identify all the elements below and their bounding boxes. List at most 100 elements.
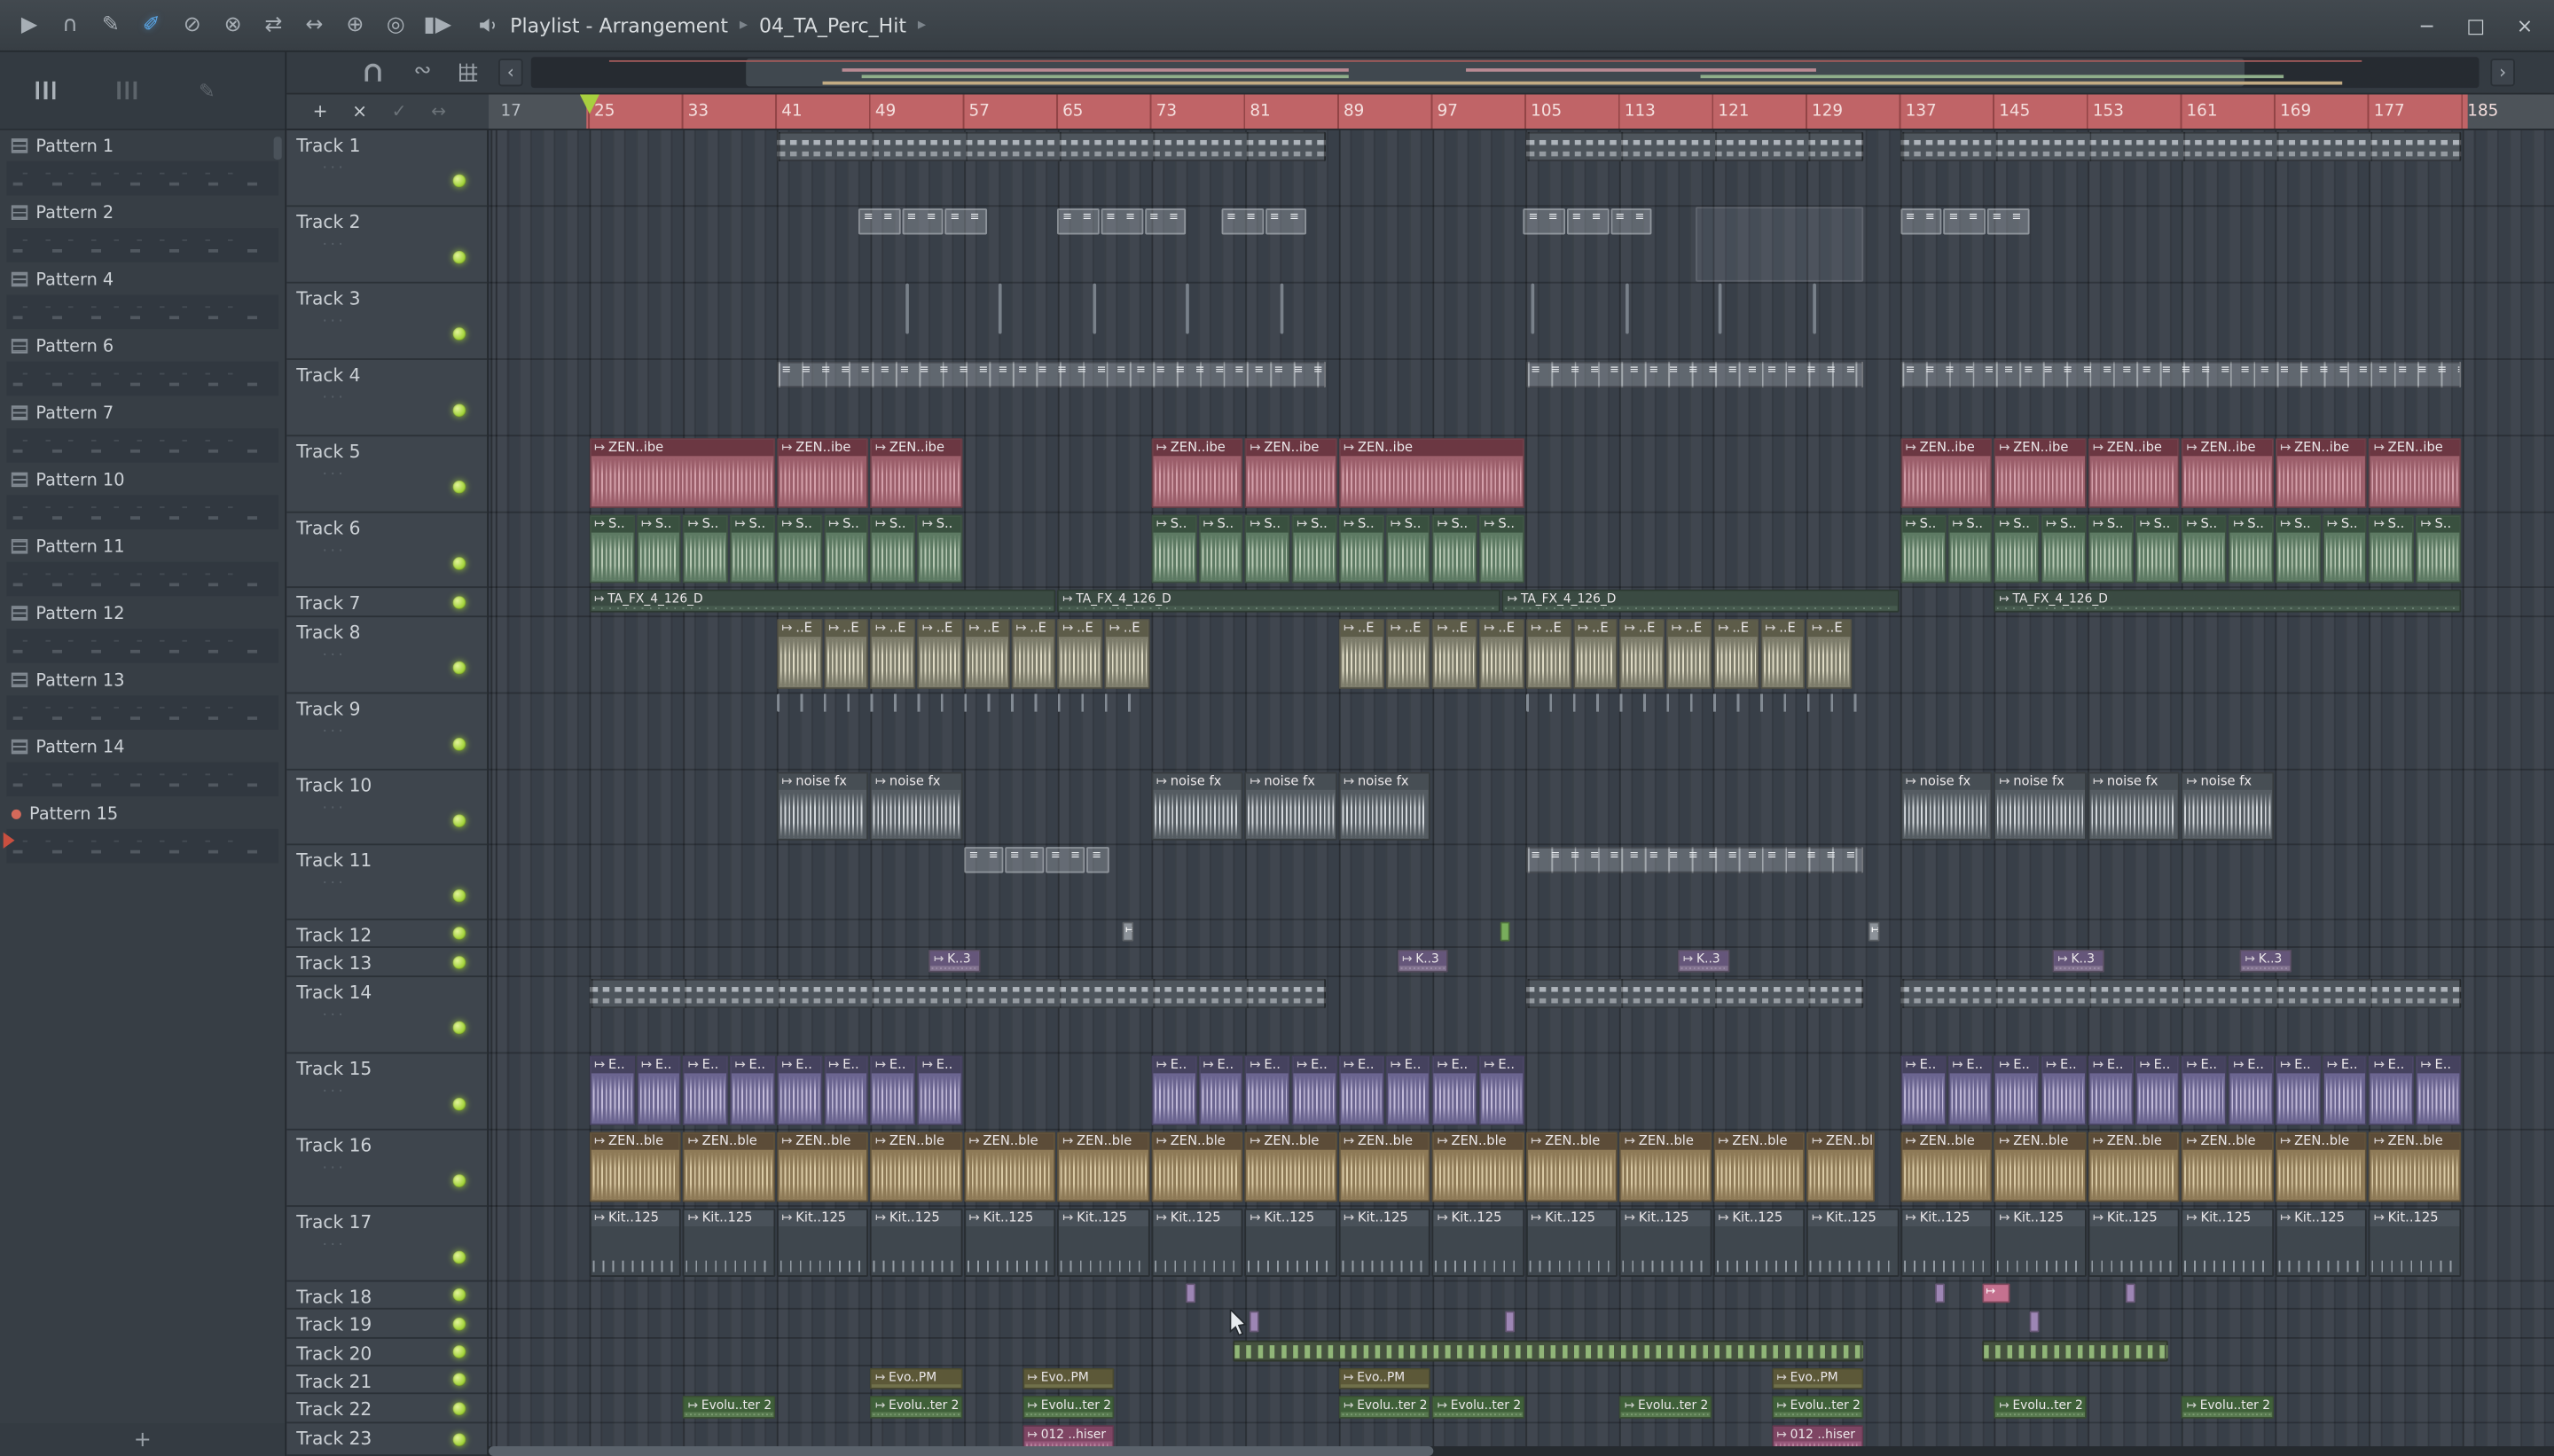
track-mute-led[interactable] — [452, 1432, 466, 1446]
clip[interactable]: ↦ZEN..ble — [776, 1131, 869, 1202]
edit-pattern-icon[interactable]: ✎ — [199, 79, 215, 102]
track-mute-led[interactable] — [452, 480, 466, 494]
track-mute-led[interactable] — [452, 927, 466, 940]
pattern-item[interactable]: Pattern 13 — [0, 664, 285, 731]
clip[interactable]: ↦ E.. — [823, 1055, 869, 1126]
track-mute-led[interactable] — [452, 1345, 466, 1358]
clip[interactable]: ↦ noise fx — [1244, 771, 1337, 841]
clip[interactable]: ↦ S.. — [1338, 514, 1384, 583]
pattern-clip[interactable]: ≡ ≡ — [1221, 208, 1264, 235]
clip[interactable] — [1186, 1283, 1196, 1303]
clip[interactable]: ↦ E.. — [1994, 1055, 2040, 1126]
clip[interactable]: ↦ZEN..ble — [1806, 1131, 1876, 1202]
arrangement-name[interactable]: 04_TA_Perc_Hit — [759, 14, 906, 37]
pattern-clip[interactable]: ≡ ≡ — [944, 208, 987, 235]
magnify-tool-icon[interactable]: ◎ — [383, 13, 409, 38]
pattern-clip[interactable]: ≡ ≡ ≡ ≡ ≡ ≡ ≡ ≡ ≡ ≡ ≡ ≡ ≡ ≡ ≡ ≡ ≡ ≡ ≡ ≡ … — [1525, 361, 1864, 388]
clip[interactable] — [776, 693, 1150, 712]
clip[interactable]: ↦ E.. — [1900, 1055, 1947, 1126]
clip[interactable]: ↦ZEN..ble — [1994, 1131, 2087, 1202]
clip[interactable]: ↦ S.. — [2369, 514, 2415, 583]
clip[interactable]: ↦ Evolu..ter 2 — [870, 1396, 963, 1419]
clip[interactable]: ↦ ..E — [1759, 618, 1806, 689]
resize-tool-button[interactable]: ↔ — [431, 101, 446, 122]
breadcrumb-separator-icon[interactable]: ▸ — [918, 16, 926, 34]
clip[interactable]: ↦ Kit..125 — [2275, 1208, 2368, 1277]
clip[interactable]: ↦ Kit..125 — [1525, 1208, 1618, 1277]
clip[interactable]: ↦ S.. — [2415, 514, 2461, 583]
clip[interactable] — [1233, 1340, 1864, 1362]
clip[interactable] — [1525, 693, 1864, 712]
track-name[interactable]: Track 16 — [296, 1135, 372, 1156]
clip[interactable]: ↦ TA_FX_4_126_D — [1994, 589, 2461, 613]
stretch-tool-icon[interactable]: ↔ — [302, 13, 327, 38]
clip[interactable] — [1504, 1311, 1515, 1333]
clip[interactable]: ↦ ZEN..ibe — [776, 438, 869, 509]
track-mute-led[interactable] — [452, 1174, 466, 1187]
clip[interactable]: ↦ Evolu..ter 2 — [1994, 1396, 2087, 1419]
clip[interactable]: ↦ ..E — [917, 618, 963, 689]
selection-highlight[interactable] — [1696, 207, 1864, 282]
clip[interactable]: ↦ S.. — [2228, 514, 2274, 583]
track-header[interactable]: Track 2 ··· — [286, 207, 488, 284]
track-mute-led[interactable] — [452, 557, 466, 570]
clip[interactable]: ↦ZEN..ble — [1244, 1131, 1337, 1202]
clip[interactable]: ↦ E.. — [636, 1055, 682, 1126]
clip[interactable] — [1500, 921, 1510, 942]
clip[interactable] — [1935, 1283, 1946, 1303]
clip[interactable]: ↦ ZEN..ibe — [2369, 438, 2461, 509]
clip[interactable]: ↦ noise fx — [1338, 771, 1431, 841]
track-name[interactable]: Track 10 — [296, 775, 372, 796]
clip[interactable] — [589, 978, 1326, 1008]
pattern-clip[interactable]: ≡ ≡ — [1943, 208, 1986, 235]
clip[interactable] — [2125, 1283, 2135, 1303]
clip[interactable]: ↦ E.. — [2369, 1055, 2415, 1126]
track-header[interactable]: Track 10 ··· — [286, 771, 488, 846]
clip[interactable]: ↦ Kit..125 — [1244, 1208, 1337, 1277]
snap-magnet-icon[interactable] — [364, 63, 381, 82]
clip[interactable]: ↦ Kit..125 — [1712, 1208, 1806, 1277]
clip[interactable]: ↦ K..3 — [2052, 949, 2104, 973]
track-name[interactable]: Track 19 — [296, 1314, 372, 1335]
pattern-clip[interactable]: ≡ ≡ — [1610, 208, 1652, 235]
clip[interactable] — [1250, 1311, 1259, 1333]
clip[interactable]: ↦ Evolu..ter 2 — [1432, 1396, 1524, 1419]
clip[interactable]: ↦ noise fx — [1900, 771, 1993, 841]
clip[interactable]: ↦ ZEN..ibe — [870, 438, 963, 509]
track-mute-led[interactable] — [452, 1373, 466, 1387]
slide-link-icon[interactable]: ∾ — [414, 59, 432, 83]
track-name[interactable]: Track 3 — [296, 288, 360, 309]
track-name[interactable]: Track 17 — [296, 1212, 372, 1233]
clip[interactable]: ↦ E.. — [1151, 1055, 1197, 1126]
clip[interactable]: ↦ZEN..ble — [1712, 1131, 1806, 1202]
track-header[interactable]: Track 12 — [286, 920, 488, 948]
clip[interactable]: ↦ ..E — [823, 618, 869, 689]
track-name[interactable]: Track 14 — [296, 982, 372, 1004]
clip[interactable]: ↦ZEN..ble — [2369, 1131, 2461, 1202]
track-name[interactable]: Track 23 — [296, 1429, 372, 1450]
clip-lanes[interactable]: ≡ ≡ ≡ ≡ ≡ ≡ ≡ ≡ ≡ ≡ ≡ ≡ ≡ ≡ ≡ ≡ ≡ ≡ ≡ ≡ ≡ ≡ ≡ ≡ ≡ ≡ ≡… — [489, 129, 2554, 1456]
clip[interactable]: ↦ ZEN..ibe — [1151, 438, 1243, 509]
clip[interactable] — [1900, 978, 2461, 1008]
clip[interactable]: ↦ E.. — [776, 1055, 822, 1126]
delete-tool-icon[interactable]: ⊘ — [179, 13, 205, 38]
track-name[interactable]: Track 8 — [296, 622, 360, 644]
clip[interactable]: ↦ZEN..ble — [1057, 1131, 1150, 1202]
track-header[interactable]: Track 4 ··· — [286, 360, 488, 437]
clip[interactable]: ↦ S.. — [2041, 514, 2087, 583]
clip[interactable]: ↦ E.. — [1478, 1055, 1524, 1126]
grid-options-icon[interactable] — [458, 63, 478, 82]
clip[interactable]: ↦ZEN..ble — [683, 1131, 775, 1202]
clip[interactable]: ↦ ..E — [870, 618, 916, 689]
clip[interactable]: ↦ Evo..PM — [1022, 1367, 1115, 1389]
clip[interactable]: ↦ Kit..125 — [2181, 1208, 2274, 1277]
clip[interactable] — [776, 131, 1326, 161]
track-mute-led[interactable] — [452, 1097, 466, 1111]
timeline-ruler[interactable]: 17 25 33 41 49 57 65 73 81 89 97 105 113 121 129 137 145… — [489, 94, 2554, 130]
pattern-item[interactable]: Pattern 1 — [0, 130, 285, 197]
track-mute-led[interactable] — [452, 955, 466, 968]
clip[interactable]: ↦ S.. — [729, 514, 775, 583]
track-mute-led[interactable] — [452, 1021, 466, 1035]
clip[interactable]: ↦ ..E — [1432, 618, 1478, 689]
clip[interactable]: ↦ E.. — [1432, 1055, 1478, 1126]
